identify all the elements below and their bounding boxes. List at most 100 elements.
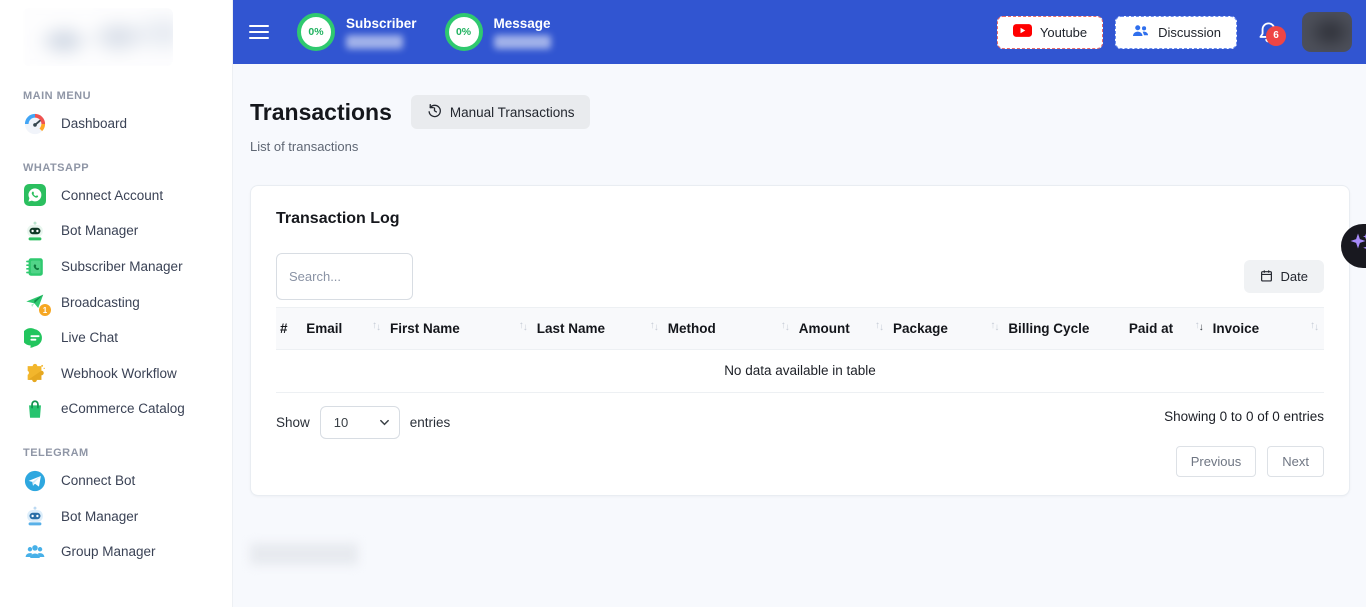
sidebar-item-bot-manager[interactable]: Bot Manager (23, 213, 220, 249)
discussion-button[interactable]: Discussion (1115, 16, 1237, 49)
previous-page-button[interactable]: Previous (1176, 446, 1257, 477)
chat-green-icon (23, 326, 47, 350)
column-header-last-name[interactable]: Last Name↑↓ (533, 308, 664, 350)
main-content: Transactions Manual Transactions List of… (233, 64, 1366, 607)
date-button-label: Date (1281, 269, 1308, 284)
column-header-row-number: # (276, 308, 302, 350)
footer-blurred-text (250, 543, 358, 565)
sidebar-item-connect-account[interactable]: Connect Account (23, 178, 220, 214)
table-header-row: #Email↑↓First Name↑↓Last Name↑↓Method↑↓A… (276, 308, 1324, 350)
sidebar-item-webhook-workflow[interactable]: Webhook Workflow (23, 356, 220, 392)
progress-ring: 0% (445, 13, 483, 51)
sidebar-item-label: Webhook Workflow (61, 366, 177, 381)
group-blue-icon (23, 540, 47, 564)
sort-icon: ↑↓ (1310, 322, 1318, 333)
sort-icon: ↑↓ (519, 322, 527, 333)
youtube-button-label: Youtube (1040, 25, 1087, 40)
progress-ring: 0% (297, 13, 335, 51)
show-label: Show (276, 415, 310, 430)
table-controls: Date (276, 253, 1324, 300)
youtube-button[interactable]: Youtube (997, 16, 1103, 49)
page-subtitle: List of transactions (250, 139, 1350, 154)
page-size-control: Show 10 entries (276, 406, 450, 439)
header-stats: 0% Subscriber 0% Message (269, 13, 551, 51)
manual-transactions-label: Manual Transactions (450, 105, 575, 120)
sidebar: MAIN MENU Dashboard WHATSAPP Connect Accoun… (0, 0, 233, 607)
puzzle-icon (23, 361, 47, 385)
column-header-first-name[interactable]: First Name↑↓ (386, 308, 533, 350)
sidebar-item-connect-bot[interactable]: Connect Bot (23, 463, 220, 499)
contacts-green-icon (23, 255, 47, 279)
sort-icon: ↑↓ (990, 322, 998, 333)
sidebar-item-label: eCommerce Catalog (61, 401, 185, 416)
sidebar-item-label: Group Manager (61, 544, 156, 559)
avatar-blurred-image (1302, 12, 1352, 52)
section-label-whatsapp: WHATSAPP (23, 162, 220, 174)
sidebar-item-label: Live Chat (61, 330, 118, 345)
sidebar-item-broadcasting[interactable]: 1 Broadcasting (23, 284, 220, 320)
next-page-button[interactable]: Next (1267, 446, 1324, 477)
calendar-icon (1260, 269, 1273, 285)
transaction-log-card: Transaction Log Date #Email↑↓First Name↑… (250, 185, 1350, 496)
user-avatar[interactable] (1302, 12, 1352, 52)
entries-label: entries (410, 415, 451, 430)
whatsapp-icon (23, 183, 47, 207)
sidebar-item-label: Connect Bot (61, 473, 135, 488)
sidebar-item-label: Broadcasting (61, 295, 140, 310)
sidebar-item-bot-manager[interactable]: Bot Manager (23, 498, 220, 534)
column-header-method[interactable]: Method↑↓ (664, 308, 795, 350)
broadcast-count-badge: 1 (39, 304, 51, 316)
gauge-icon (23, 112, 47, 136)
card-title: Transaction Log (276, 210, 1324, 228)
logo-blurred-image (23, 8, 173, 66)
stat-message: 0% Message (445, 13, 551, 51)
sidebar-item-group-manager[interactable]: Group Manager (23, 534, 220, 570)
notifications-button[interactable]: 6 (1257, 20, 1280, 45)
sort-icon: ↑↓ (781, 322, 789, 333)
sort-icon: ↑↓ (372, 322, 380, 333)
sidebar-item-label: Connect Account (61, 188, 163, 203)
date-filter-button[interactable]: Date (1244, 260, 1324, 293)
notification-count-badge: 6 (1266, 26, 1286, 46)
page-header: Transactions Manual Transactions (250, 95, 1350, 129)
empty-row-cell: No data available in table (276, 350, 1324, 393)
page-size-select[interactable]: 10 (320, 406, 400, 439)
app-logo[interactable] (23, 8, 173, 66)
sidebar-item-ecommerce-catalog[interactable]: eCommerce Catalog (23, 391, 220, 427)
stat-subscriber: 0% Subscriber (297, 13, 417, 51)
entries-summary: Showing 0 to 0 of 0 entries (1164, 409, 1324, 424)
topbar-actions: Youtube Discussion 6 (997, 12, 1352, 52)
history-icon (427, 103, 442, 121)
stat-value-blurred (494, 35, 551, 49)
telegram-icon (23, 469, 47, 493)
sort-icon: ↑↓ (1195, 322, 1203, 333)
sidebar-item-label: Subscriber Manager (61, 259, 183, 274)
section-label-telegram: TELEGRAM (23, 447, 220, 459)
page-title: Transactions (250, 99, 392, 126)
section-label-main-menu: MAIN MENU (23, 90, 220, 102)
hamburger-menu-icon[interactable] (249, 25, 269, 39)
table-footer: Show 10 entries Showing 0 to 0 of 0 entr… (276, 406, 1324, 477)
column-header-billing-cycle: Billing Cycle (1004, 308, 1125, 350)
column-header-email[interactable]: Email↑↓ (302, 308, 386, 350)
column-header-package[interactable]: Package↑↓ (889, 308, 1004, 350)
empty-row: No data available in table (276, 350, 1324, 393)
search-input[interactable] (276, 253, 413, 300)
stat-label: Message (494, 16, 551, 31)
discussion-button-label: Discussion (1158, 25, 1221, 40)
broadcast-icon: 1 (23, 290, 47, 314)
topbar: 0% Subscriber 0% Message Youtube Discussion… (233, 0, 1366, 64)
stat-label: Subscriber (346, 16, 417, 31)
sort-icon: ↑↓ (875, 322, 883, 333)
column-header-paid-at[interactable]: Paid at↑↓ (1125, 308, 1209, 350)
sort-icon: ↑↓ (650, 322, 658, 333)
youtube-icon (1013, 23, 1032, 41)
sidebar-item-dashboard[interactable]: Dashboard (23, 106, 220, 142)
sidebar-nav: MAIN MENU Dashboard WHATSAPP Connect Accoun… (23, 90, 220, 570)
sidebar-item-live-chat[interactable]: Live Chat (23, 320, 220, 356)
column-header-invoice[interactable]: Invoice↑↓ (1209, 308, 1324, 350)
manual-transactions-button[interactable]: Manual Transactions (411, 95, 591, 129)
column-header-amount[interactable]: Amount↑↓ (795, 308, 889, 350)
discussion-people-icon (1131, 23, 1150, 41)
sidebar-item-subscriber-manager[interactable]: Subscriber Manager (23, 249, 220, 285)
